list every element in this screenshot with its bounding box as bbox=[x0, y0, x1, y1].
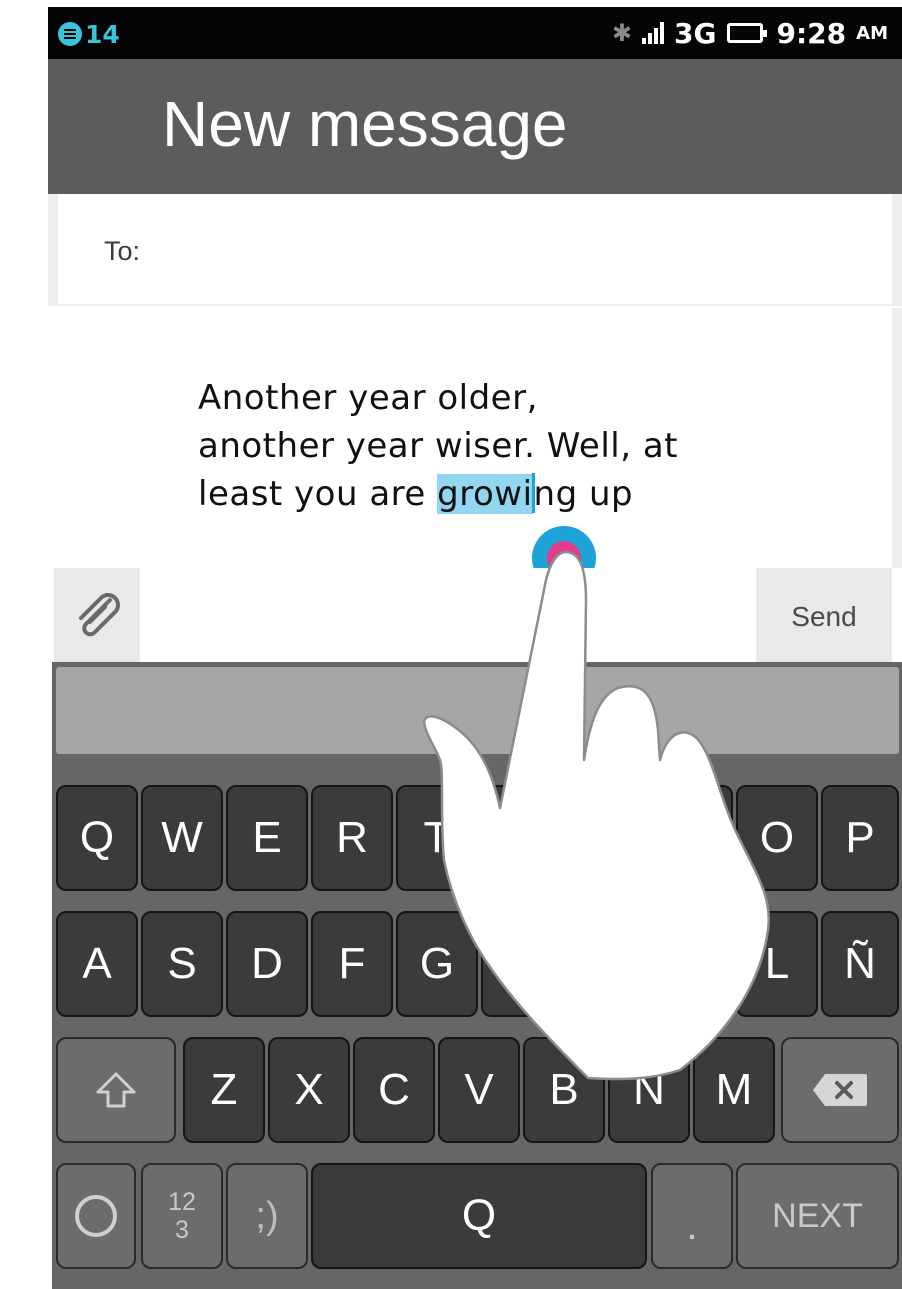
emoji-key[interactable]: ;) bbox=[226, 1163, 308, 1269]
status-icons: ✱ 3G 9:28 AM bbox=[612, 15, 888, 51]
shift-key[interactable] bbox=[56, 1037, 176, 1143]
send-button[interactable]: Send bbox=[756, 568, 892, 662]
key-q[interactable]: Q bbox=[56, 785, 138, 891]
key-u[interactable]: U bbox=[566, 785, 648, 891]
message-text: Another year older, another year wiser. … bbox=[198, 374, 758, 518]
key-n-tilde[interactable]: Ñ bbox=[821, 911, 899, 1017]
backspace-icon bbox=[813, 1074, 867, 1106]
key-z[interactable]: Z bbox=[183, 1037, 265, 1143]
key-v[interactable]: V bbox=[438, 1037, 520, 1143]
network-type: 3G bbox=[674, 16, 717, 50]
message-line: Another year older, bbox=[198, 378, 538, 418]
next-key[interactable]: NEXT bbox=[736, 1163, 899, 1269]
key-c[interactable]: C bbox=[353, 1037, 435, 1143]
text-run: least you are bbox=[198, 474, 438, 514]
key-a[interactable]: A bbox=[56, 911, 138, 1017]
key-p[interactable]: P bbox=[821, 785, 899, 891]
key-g[interactable]: G bbox=[396, 911, 478, 1017]
text-run: grow bbox=[437, 474, 523, 514]
circle-icon bbox=[75, 1195, 117, 1237]
key-s[interactable]: S bbox=[141, 911, 223, 1017]
numbers-key[interactable]: 12 3 bbox=[141, 1163, 223, 1269]
compose-spacer bbox=[140, 568, 756, 662]
phone-screen: 14 ✱ 3G 9:28 AM New message To: Another … bbox=[48, 7, 902, 1289]
key-d[interactable]: D bbox=[226, 911, 308, 1017]
key-h[interactable]: H bbox=[481, 911, 563, 1017]
app-header: New message bbox=[48, 59, 902, 194]
key-w[interactable]: W bbox=[141, 785, 223, 891]
battery-icon bbox=[726, 23, 767, 43]
notification-indicator[interactable]: 14 bbox=[58, 19, 120, 49]
text-run: ng up bbox=[533, 474, 634, 514]
status-bar: 14 ✱ 3G 9:28 AM bbox=[48, 7, 902, 59]
notification-count: 14 bbox=[85, 19, 120, 49]
page-title: New message bbox=[162, 88, 568, 160]
numbers-key-label: 12 bbox=[168, 1188, 196, 1216]
message-input[interactable]: Another year older, another year wiser. … bbox=[54, 308, 892, 568]
key-e[interactable]: E bbox=[226, 785, 308, 891]
key-n[interactable]: N bbox=[608, 1037, 690, 1143]
bluetooth-icon: ✱ bbox=[611, 19, 633, 47]
divider bbox=[892, 308, 902, 568]
space-key[interactable]: Q bbox=[311, 1163, 647, 1269]
shift-icon bbox=[96, 1072, 136, 1108]
period-key[interactable]: . bbox=[651, 1163, 733, 1269]
key-x[interactable]: X bbox=[268, 1037, 350, 1143]
backspace-key[interactable] bbox=[781, 1037, 899, 1143]
key-o[interactable]: O bbox=[736, 785, 818, 891]
numbers-key-label: 3 bbox=[175, 1216, 189, 1244]
suggestion-bar[interactable] bbox=[56, 667, 899, 754]
attach-button[interactable] bbox=[54, 568, 140, 662]
key-j[interactable]: J bbox=[566, 911, 648, 1017]
clock: 9:28 bbox=[776, 16, 847, 50]
home-key[interactable] bbox=[56, 1163, 136, 1269]
notification-icon bbox=[58, 22, 82, 46]
key-y[interactable]: Y bbox=[481, 785, 563, 891]
key-f[interactable]: F bbox=[311, 911, 393, 1017]
key-m[interactable]: M bbox=[693, 1037, 775, 1143]
key-l[interactable]: L bbox=[736, 911, 818, 1017]
clock-ampm: AM bbox=[856, 22, 888, 44]
key-r[interactable]: R bbox=[311, 785, 393, 891]
paperclip-icon bbox=[79, 593, 120, 637]
recipient-label: To: bbox=[104, 236, 141, 266]
key-b[interactable]: B bbox=[523, 1037, 605, 1143]
recipient-field[interactable]: To: bbox=[48, 194, 902, 306]
key-t[interactable]: T bbox=[396, 785, 478, 891]
message-line: another year wiser. Well, at bbox=[198, 426, 679, 466]
signal-icon bbox=[642, 22, 665, 44]
message-line: least you are growing up bbox=[198, 470, 758, 518]
keyboard: Q W E R T Y U I O P A S D F G H J K L Ñ … bbox=[52, 662, 902, 1289]
selected-text: growi bbox=[437, 474, 533, 514]
key-i[interactable]: I bbox=[651, 785, 733, 891]
key-k[interactable]: K bbox=[651, 911, 733, 1017]
